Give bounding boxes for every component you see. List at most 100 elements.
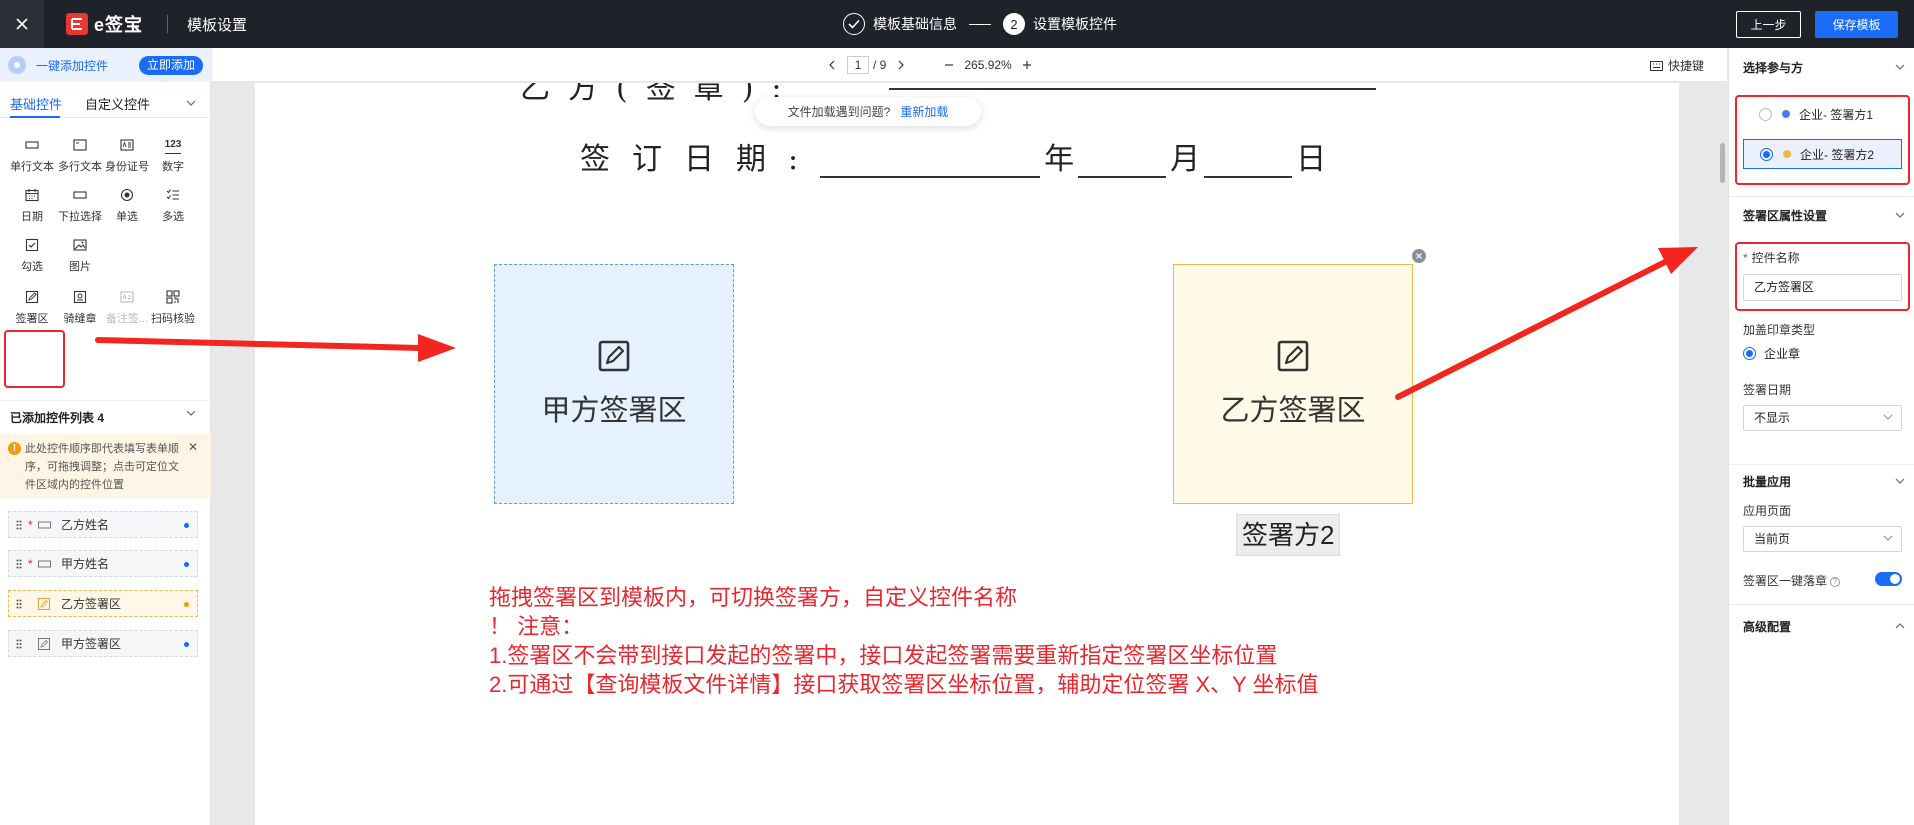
batch-section-title: 批量应用: [1743, 475, 1792, 489]
drag-handle-icon[interactable]: [15, 639, 23, 649]
zoom-in-icon[interactable]: [1022, 60, 1032, 70]
required-mark: *: [28, 517, 33, 532]
chevron-down-icon: [1883, 535, 1893, 541]
warning-icon: !: [8, 442, 21, 455]
zoom-control: 265.92%: [944, 58, 1031, 72]
calendar-icon: [25, 186, 39, 204]
drag-handle-icon[interactable]: [15, 559, 23, 569]
close-icon: [1416, 253, 1422, 259]
reload-message: 文件加载遇到问题?: [787, 105, 891, 119]
right-panel: 选择参与方 企业- 签署方1 企业- 签署方2 签署区属性设置 * 控件名称 乙方…: [1728, 48, 1914, 825]
single-line-text-icon: [37, 558, 51, 570]
logo-mark-icon: [66, 13, 88, 35]
date-label: 签订日期:: [580, 142, 821, 177]
sign-area-highlight-box: [4, 330, 65, 388]
single-line-text-icon: [25, 136, 39, 154]
props-section-title: 签署区属性设置: [1743, 209, 1828, 223]
sign-area-icon: [37, 637, 51, 650]
shortcut-button[interactable]: 快捷键: [1650, 57, 1704, 74]
sign-date-select[interactable]: 不显示: [1743, 405, 1902, 431]
checkbox-icon: [25, 236, 39, 254]
chevron-down-icon[interactable]: [1895, 212, 1905, 218]
control-date[interactable]: 日期: [8, 186, 56, 226]
name-highlight-box: [1735, 242, 1910, 311]
help-icon: ?: [1830, 577, 1841, 587]
sign-area-icon: [1277, 340, 1309, 372]
tab-basic-controls[interactable]: 基础控件: [10, 94, 62, 113]
party-a-sign-area[interactable]: 甲方签署区: [494, 264, 734, 504]
control-multi-line-text[interactable]: 多行文本: [56, 136, 104, 176]
step-connector: [969, 23, 991, 25]
sign-date-line: 签订日期: 年 月 日: [580, 138, 1330, 178]
chevron-down-icon[interactable]: [1895, 64, 1905, 70]
party-b-sign-area[interactable]: 乙方签署区: [1173, 264, 1413, 504]
control-radio[interactable]: 单选: [103, 186, 151, 226]
list-item[interactable]: 乙方签署区: [8, 590, 198, 617]
image-icon: [73, 236, 87, 254]
list-item[interactable]: * 甲方姓名: [8, 550, 198, 577]
control-image[interactable]: 图片: [56, 236, 104, 276]
control-qr-scan[interactable]: 扫码核验: [149, 288, 197, 328]
tab-custom-controls[interactable]: 自定义控件: [85, 94, 150, 113]
party-color-dot: [184, 523, 189, 528]
step-2-number: 2: [1003, 13, 1025, 35]
reload-link[interactable]: 重新加载: [900, 103, 948, 120]
quick-add-button[interactable]: 立即添加: [138, 56, 203, 75]
party-color-dot: [184, 642, 189, 647]
party-highlight-box: [1735, 95, 1910, 185]
one-click-seal-label: 签署区一键落章?: [1743, 572, 1841, 589]
chevron-up-icon[interactable]: [1895, 623, 1905, 629]
control-dropdown[interactable]: 下拉选择: [56, 186, 104, 226]
seal-type-radio[interactable]: [1743, 347, 1756, 360]
save-template-button[interactable]: 保存模板: [1815, 11, 1898, 38]
keyboard-icon: [1650, 60, 1663, 71]
control-checkbox[interactable]: 勾选: [8, 236, 56, 276]
section-divider: [1729, 196, 1914, 197]
apply-page-select[interactable]: 当前页: [1743, 526, 1902, 552]
page-total: / 9: [873, 58, 887, 72]
notice-close-icon[interactable]: ✕: [188, 440, 198, 454]
quick-add-label: 一键添加控件: [36, 58, 109, 73]
section-divider: [1729, 464, 1914, 465]
prev-step-button[interactable]: 上一步: [1736, 11, 1801, 38]
sign-area-icon: [598, 340, 630, 372]
one-click-seal-toggle[interactable]: [1875, 572, 1902, 586]
control-id-card[interactable]: 身份证号: [103, 136, 151, 176]
control-multi-select[interactable]: 多选: [149, 186, 197, 226]
page-navigation: 1 / 9 265.92%: [829, 56, 1032, 74]
year-blank: [820, 146, 1041, 178]
zoom-out-icon[interactable]: [944, 60, 954, 70]
vertical-scrollbar[interactable]: [1720, 143, 1725, 183]
control-single-line-text[interactable]: 单行文本: [8, 136, 56, 176]
esign-logo: e签宝: [66, 13, 143, 35]
drag-handle-icon[interactable]: [15, 599, 23, 609]
year-unit: 年: [1044, 142, 1075, 177]
drag-handle-icon[interactable]: [15, 520, 23, 530]
page-number-input[interactable]: 1: [847, 56, 869, 74]
list-item[interactable]: 甲方签署区: [8, 630, 198, 657]
list-item[interactable]: * 乙方姓名: [8, 511, 198, 538]
chevron-down-icon[interactable]: [1895, 478, 1905, 484]
control-sign-area[interactable]: 签署区: [8, 288, 56, 328]
multi-line-text-icon: [73, 136, 87, 154]
step-indicator: 模板基础信息 2 设置模板控件: [843, 12, 1117, 36]
chevron-down-icon: [186, 410, 196, 416]
dropdown-icon: [73, 186, 87, 204]
control-seam-seal[interactable]: 骑缝章: [56, 288, 104, 328]
page-title: 模板设置: [187, 17, 248, 34]
added-controls-title: 已添加控件列表 4: [10, 411, 105, 425]
party-b-seal-underline: [889, 88, 1376, 90]
document-toolbar: 1 / 9 265.92% 快捷键: [212, 48, 1727, 82]
control-number[interactable]: 123 数字: [149, 136, 197, 176]
section-divider: [1729, 604, 1914, 605]
month-unit: 月: [1170, 142, 1201, 177]
day-unit: 日: [1296, 142, 1327, 177]
chevron-down-icon[interactable]: [186, 100, 196, 106]
chevron-right-icon[interactable]: [898, 60, 905, 70]
delete-sign-area-button[interactable]: [1412, 249, 1426, 263]
seal-type-option[interactable]: 企业章: [1743, 345, 1800, 362]
document-page: 乙方(签章): 签订日期: 年 月 日 甲方签署区 乙方签署区 签署方2 拖拽签…: [255, 83, 1679, 825]
added-controls-header[interactable]: 已添加控件列表 4: [0, 400, 211, 430]
close-button[interactable]: [0, 0, 44, 48]
chevron-left-icon[interactable]: [829, 60, 835, 70]
